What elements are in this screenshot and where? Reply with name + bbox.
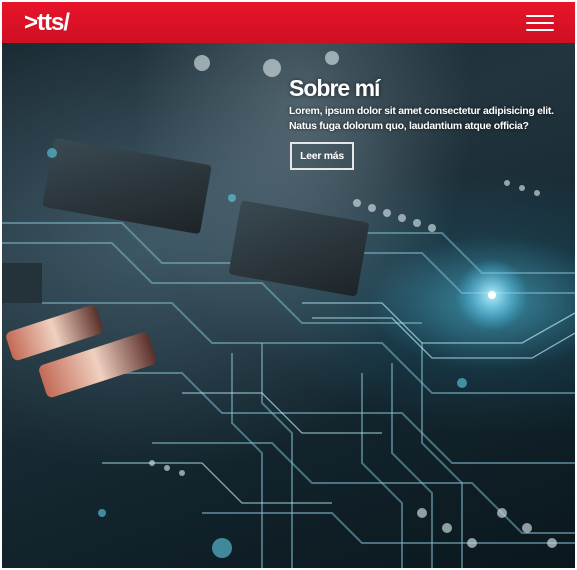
read-more-button[interactable]: Leer más	[290, 142, 354, 170]
about-title: Sobre mí	[289, 75, 380, 101]
site-logo[interactable]: >tts/	[24, 9, 70, 37]
about-section: Sobre mí Lorem, ipsum dolor sit amet con…	[289, 74, 569, 170]
hamburger-menu-icon[interactable]	[526, 13, 554, 33]
menu-line	[526, 15, 554, 17]
about-description: Lorem, ipsum dolor sit amet consectetur …	[289, 105, 554, 132]
menu-line	[526, 22, 554, 24]
top-navbar: >tts/	[2, 2, 575, 43]
page: >tts/ Sobre mí Lorem, ipsum dolor sit am…	[2, 2, 575, 568]
menu-line	[526, 29, 554, 31]
